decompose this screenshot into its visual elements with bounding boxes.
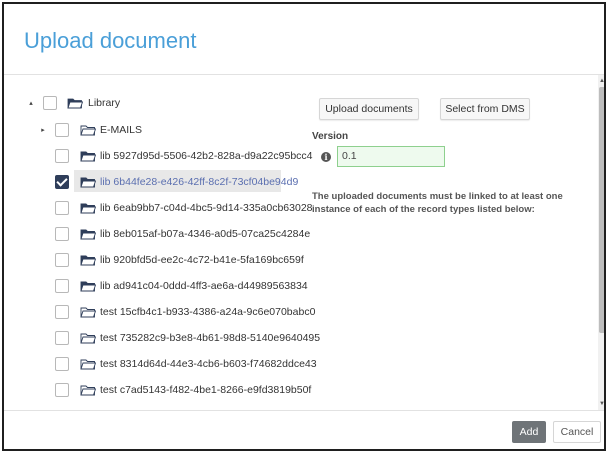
tree-item-checkbox[interactable] (55, 383, 69, 397)
dialog-title: Upload document (24, 28, 197, 53)
tree-item-checkbox[interactable] (55, 253, 69, 267)
dialog-body: ▴ Library ▸ E-MAILS lib 5927d95d-5506-42b2… (4, 75, 604, 410)
cancel-button[interactable]: Cancel (553, 421, 601, 443)
vertical-scrollbar[interactable]: ▲ ▼ (598, 75, 604, 410)
tree-item-label[interactable]: test 8314d64d-44e3-4cb6-b603-f74682ddce4… (100, 358, 317, 370)
scroll-down-icon[interactable]: ▼ (598, 400, 604, 408)
tree-item-label[interactable]: lib 6b44fe28-e426-42ff-8c2f-73cf04be94d9 (100, 176, 298, 188)
tree-item-label[interactable]: lib 5927d95d-5506-42b2-828a-d9a22c95bcc4 (100, 150, 313, 162)
tree-item-checkbox[interactable] (55, 357, 69, 371)
folder-filled-icon (80, 177, 96, 188)
tree-item-checkbox[interactable] (55, 175, 69, 189)
tree-item-label[interactable]: test 15cfb4c1-b933-4386-a24a-9c6e070babc… (100, 306, 315, 318)
folder-outline-icon (80, 307, 96, 318)
select-from-dms-button[interactable]: Select from DMS (440, 98, 530, 120)
tree-item-label[interactable]: lib 6eab9bb7-c04d-4bc5-9d14-335a0cb63028 (100, 202, 313, 214)
version-input[interactable]: 0.1 (337, 146, 445, 167)
folder-filled-icon (80, 229, 96, 240)
scroll-thumb[interactable] (599, 87, 604, 333)
tree-item-checkbox[interactable] (55, 305, 69, 319)
tree-item-checkbox[interactable] (55, 227, 69, 241)
tree-item-checkbox[interactable] (55, 279, 69, 293)
tree-item-checkbox[interactable] (55, 123, 69, 137)
add-button[interactable]: Add (512, 421, 546, 443)
folder-outline-icon (80, 359, 96, 370)
tree-item-label[interactable]: E-MAILS (100, 124, 142, 136)
upload-dialog: Upload document ▴ Library ▸ E-MAILS lib 59… (2, 2, 606, 451)
tree-item-checkbox[interactable] (55, 149, 69, 163)
library-checkbox[interactable] (43, 96, 57, 110)
folder-outline-icon (80, 333, 96, 344)
folder-filled-icon (80, 281, 96, 292)
info-icon: i (321, 152, 331, 162)
folder-outline-icon (80, 125, 96, 136)
version-label: Version (312, 131, 349, 142)
tree-item-checkbox[interactable] (55, 331, 69, 345)
library-collapse-caret[interactable]: ▴ (26, 92, 36, 114)
folder-open-icon (67, 98, 83, 109)
upload-documents-button[interactable]: Upload documents (319, 98, 419, 120)
tree-item-checkbox[interactable] (55, 201, 69, 215)
tree-root-label[interactable]: Library (88, 97, 120, 109)
tree-item-label[interactable]: test 735282c9-b3e8-4b61-98d8-5140e964049… (100, 332, 320, 344)
tree-item-label[interactable]: lib 8eb015af-b07a-4346-a0d5-07ca25c4284e (100, 228, 310, 240)
folder-filled-icon (80, 203, 96, 214)
tree-item-label[interactable]: test c7ad5143-f482-4be1-8266-e9fd3819b50… (100, 384, 311, 396)
tree-item-label[interactable]: lib 920bfd5d-ee2c-4c72-b41e-5fa169bc659f (100, 254, 304, 266)
folder-filled-icon (80, 151, 96, 162)
tree-expand-caret[interactable]: ▸ (38, 119, 48, 141)
record-types-note: The uploaded documents must be linked to… (312, 191, 563, 215)
folder-outline-icon (80, 385, 96, 396)
folder-filled-icon (80, 255, 96, 266)
scroll-up-icon[interactable]: ▲ (598, 77, 604, 85)
tree-item-label[interactable]: lib ad941c04-0ddd-4ff3-ae6a-d44989563834 (100, 280, 308, 292)
footer-divider (4, 410, 604, 411)
